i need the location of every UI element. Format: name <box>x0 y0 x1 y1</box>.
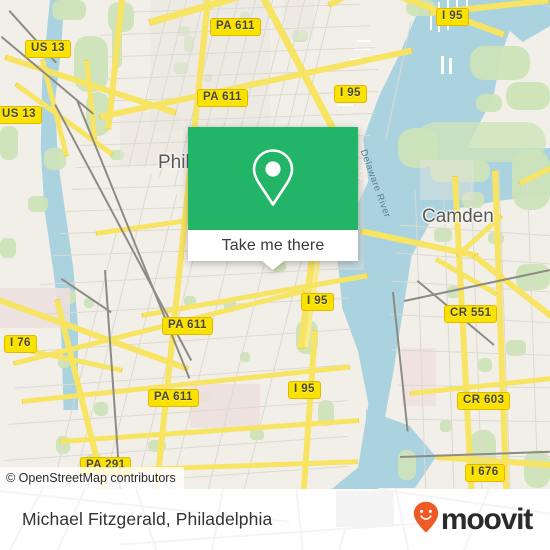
park <box>516 264 550 290</box>
popup-image-panel <box>188 127 358 230</box>
moovit-map-screen: PhiladelphiaCamden Delaware River US 13U… <box>0 0 550 550</box>
pier <box>441 56 444 74</box>
place-label-camden: Camden <box>422 206 494 227</box>
map-pin-icon <box>244 146 302 212</box>
pier <box>449 58 452 74</box>
shield-i-95-mid: I 95 <box>301 293 334 311</box>
shield-i-95-top: I 95 <box>334 85 367 103</box>
shield-pa-611-low: PA 611 <box>148 389 199 407</box>
shield-cr-551: CR 551 <box>444 305 498 323</box>
park <box>0 238 16 258</box>
park <box>476 94 502 112</box>
pier <box>337 104 353 106</box>
park <box>478 358 492 372</box>
shield-pa-611-top: PA 611 <box>210 18 261 36</box>
park <box>0 126 18 160</box>
moovit-logo[interactable]: moovit <box>413 501 533 538</box>
park <box>52 0 86 20</box>
park <box>28 196 48 212</box>
footer-bar: Michael Fitzgerald, Philadelphia moovit <box>0 489 550 550</box>
attribution-text: © OpenStreetMap contributors <box>6 471 176 485</box>
urban-block <box>420 160 474 200</box>
park <box>470 46 530 80</box>
park <box>398 450 416 480</box>
moovit-smiley-pin-icon <box>413 501 439 538</box>
shield-us-13: US 13 <box>25 40 71 58</box>
location-popup[interactable]: Take me there <box>188 127 358 270</box>
popup-pointer <box>262 261 284 270</box>
shield-i-76: I 76 <box>4 335 37 353</box>
park <box>94 402 108 416</box>
pier <box>357 40 371 42</box>
shield-pa-611-mid: PA 611 <box>162 317 213 335</box>
shield-i-95-upper: I 95 <box>436 8 469 26</box>
location-title: Michael Fitzgerald, Philadelphia <box>22 509 273 529</box>
moovit-wordmark: moovit <box>440 502 533 536</box>
take-me-there-button[interactable]: Take me there <box>188 230 358 261</box>
shield-i-676: I 676 <box>465 464 505 482</box>
industrial-block <box>402 348 436 406</box>
shield-i-95-lower: I 95 <box>288 381 321 399</box>
shield-pa-611-upper: PA 611 <box>197 89 248 107</box>
shield-us-13-lower: US 13 <box>0 106 42 124</box>
park <box>434 228 452 242</box>
map-attribution[interactable]: © OpenStreetMap contributors <box>0 467 184 489</box>
take-me-there-label: Take me there <box>221 236 325 254</box>
shield-cr-603: CR 603 <box>457 392 511 410</box>
park <box>506 82 550 110</box>
